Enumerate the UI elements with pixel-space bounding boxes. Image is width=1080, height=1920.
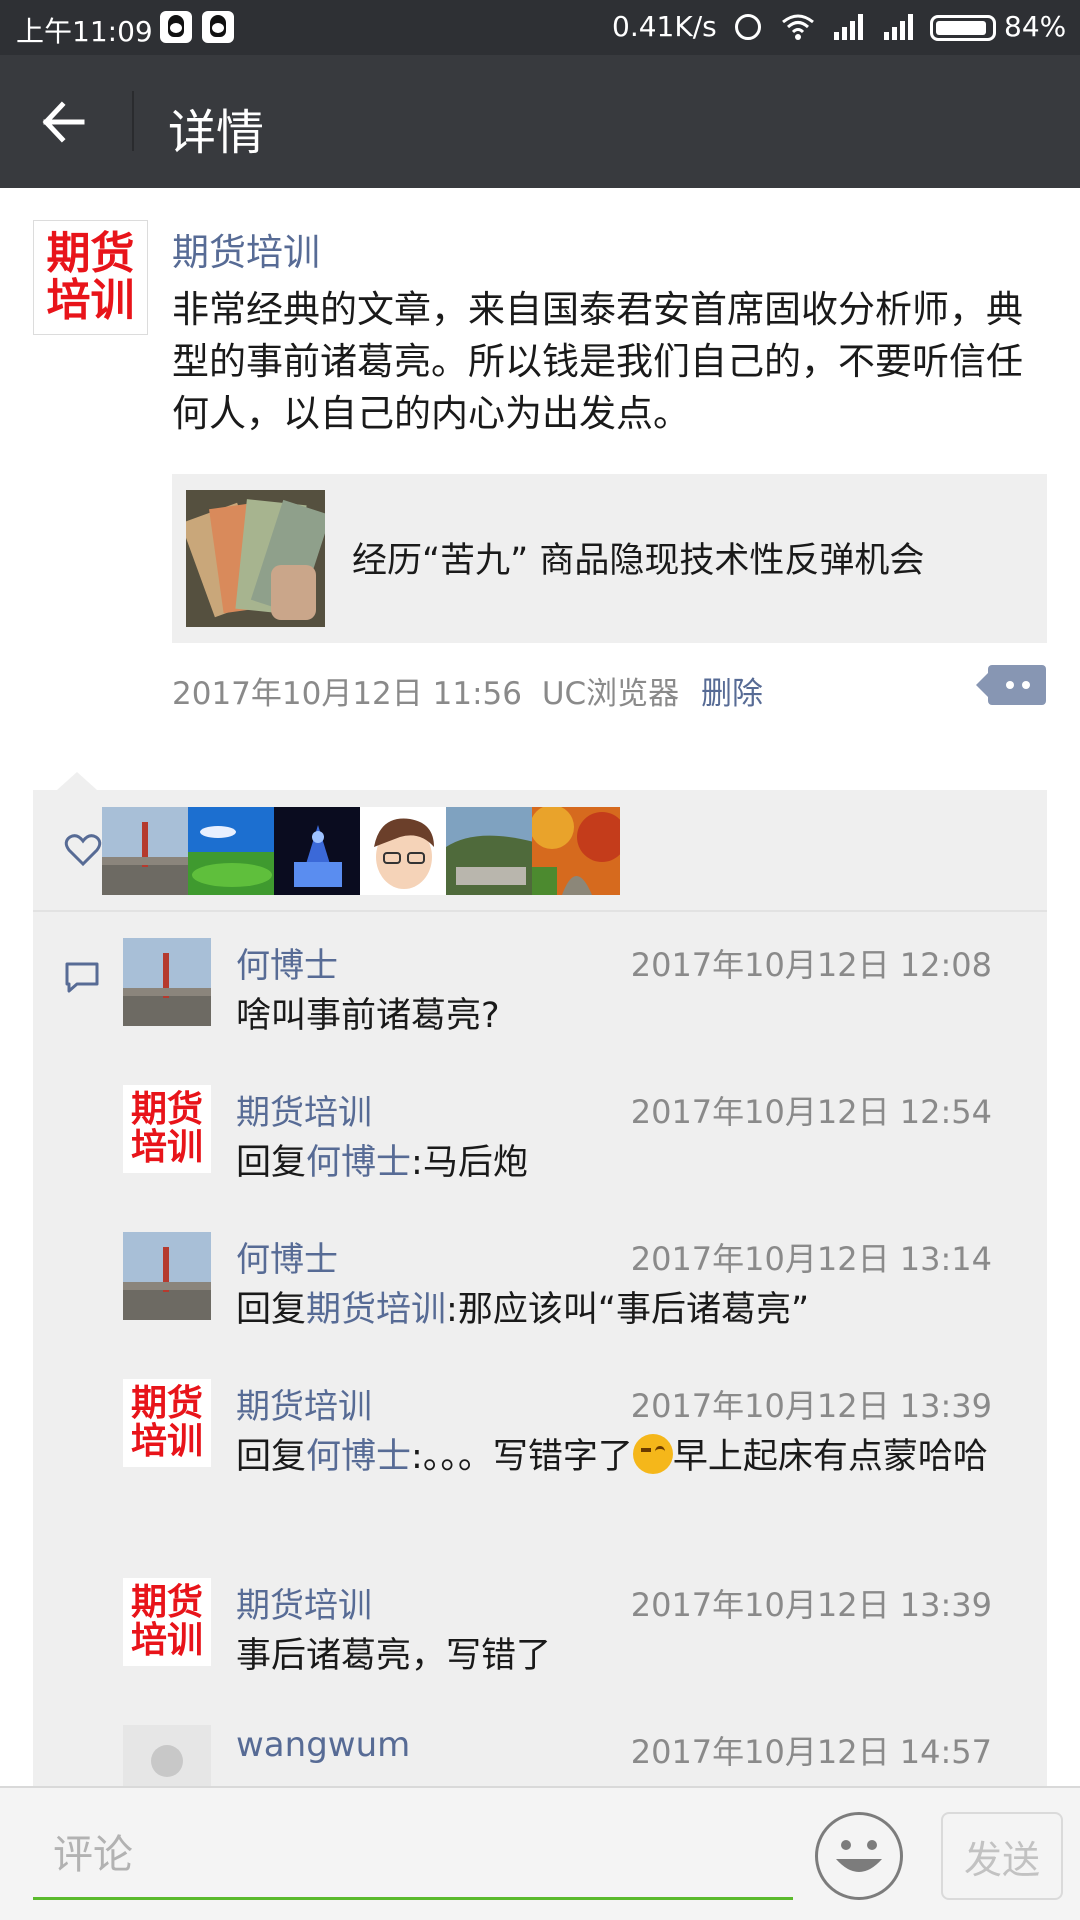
reply-prefix: 回复: [236, 1437, 307, 1477]
comment-author[interactable]: 何博士: [236, 1232, 338, 1281]
avatar-logo-text: 培训: [130, 1421, 203, 1462]
comment-text: 回复何博士:马后炮: [236, 1137, 1036, 1189]
panel-notch: [57, 772, 97, 790]
comment-avatar[interactable]: 期货 培训: [123, 1578, 211, 1666]
comment-avatar[interactable]: 期货 培训: [123, 1379, 211, 1467]
comment-time: 2017年10月12日 13:39: [630, 1586, 992, 1624]
reply-prefix: 回复: [236, 1143, 307, 1183]
reply-target[interactable]: 期货培训: [306, 1290, 446, 1330]
more-actions-button[interactable]: [976, 665, 1046, 705]
likes-row: [33, 790, 1047, 912]
avatar-logo-text: 期货: [130, 1383, 203, 1425]
post-text: 非常经典的文章，来自国泰君安首席固收分析师，典型的事前诸葛亮。所以钱是我们自己的…: [172, 288, 1023, 435]
comment-input[interactable]: [33, 1788, 793, 1900]
like-avatar[interactable]: [188, 807, 276, 895]
signal-icon: [884, 14, 913, 40]
wink-emoji-icon: [632, 1434, 673, 1474]
comment-bar: 发送: [0, 1786, 1080, 1920]
post-author-avatar[interactable]: 期货 培训: [33, 220, 148, 335]
reply-body-continued: 早上起床有点蒙哈哈: [672, 1437, 988, 1477]
comment-text: 啥叫事前诸葛亮?: [236, 996, 500, 1036]
like-avatar[interactable]: [360, 807, 448, 895]
comment-text: 事后诸葛亮，写错了: [236, 1636, 552, 1676]
comment-time: 2017年10月12日 14:57: [630, 1733, 992, 1771]
comment-author[interactable]: 期货培训: [236, 1379, 372, 1428]
qq-icon: [202, 11, 234, 43]
comment-text: 回复何博士:。。。写错字了 早上起床有点蒙哈哈: [236, 1431, 1036, 1483]
like-avatar[interactable]: [274, 807, 362, 895]
comment-time: 2017年10月12日 13:39: [630, 1387, 992, 1425]
avatar-logo-text: 期货: [46, 228, 135, 280]
comment-avatar[interactable]: 期货 培训: [123, 1085, 211, 1173]
comment-author[interactable]: wangwum: [236, 1725, 410, 1765]
status-time: 上午11:09: [16, 15, 153, 48]
heart-icon: [64, 834, 102, 867]
shared-link-card[interactable]: 经历“苦九” 商品隐现技术性反弹机会: [172, 474, 1047, 643]
delete-button[interactable]: 删除: [701, 676, 763, 712]
comment-author[interactable]: 期货培训: [236, 1085, 372, 1134]
comment-time: 2017年10月12日 12:08: [630, 946, 992, 984]
reply-body: :那应该叫“事后诸葛亮”: [446, 1290, 810, 1330]
comment-avatar[interactable]: [123, 938, 211, 1026]
reply-body: :。。。写错字了: [411, 1437, 633, 1477]
comment-icon: [65, 962, 99, 993]
interaction-panel: 何博士 2017年10月12日 12:08 啥叫事前诸葛亮? 期货 培训 期货培…: [33, 790, 1047, 1813]
post-time: 2017年10月12日 11:56: [172, 676, 522, 712]
reply-target[interactable]: 何博士: [306, 1437, 411, 1477]
comment-text: 回复期货培训:那应该叫“事后诸葛亮”: [236, 1284, 1036, 1336]
comment-author[interactable]: 何博士: [236, 938, 338, 987]
title-divider: [132, 91, 134, 151]
comment-author[interactable]: 期货培训: [236, 1578, 372, 1627]
link-title: 经历“苦九” 商品隐现技术性反弹机会: [352, 541, 925, 581]
like-avatar[interactable]: [446, 807, 534, 895]
network-speed: 0.41K/s: [612, 10, 717, 43]
avatar-logo-text: 期货: [130, 1582, 203, 1624]
post-meta: 2017年10月12日 11:56 UC浏览器 删除: [172, 668, 763, 713]
battery-percent: 84%: [1004, 10, 1067, 43]
reply-body: :马后炮: [411, 1143, 528, 1183]
avatar-logo-text: 培训: [46, 274, 135, 326]
battery-icon: [930, 15, 996, 41]
arrow-left-icon[interactable]: [38, 97, 94, 147]
emoji-button[interactable]: [815, 1812, 903, 1900]
wifi-icon: [782, 14, 814, 40]
like-avatar[interactable]: [102, 807, 190, 895]
status-bar: 上午11:09 0.41K/s 84%: [0, 0, 1080, 55]
avatar-logo-text: 培训: [130, 1620, 203, 1661]
reply-prefix: 回复: [236, 1290, 307, 1330]
post-source: UC浏览器: [541, 676, 680, 712]
title-bar: 详情: [0, 55, 1080, 188]
like-avatar[interactable]: [532, 807, 620, 895]
comment-time: 2017年10月12日 13:14: [630, 1240, 992, 1278]
alarm-icon: [735, 14, 761, 40]
link-thumbnail: [186, 490, 325, 627]
comment-avatar[interactable]: [123, 1232, 211, 1320]
page-title: 详情: [168, 105, 265, 161]
avatar-logo-text: 期货: [130, 1089, 203, 1131]
reply-target[interactable]: 何博士: [306, 1143, 411, 1183]
signal-icon: [834, 14, 863, 40]
avatar-logo-text: 培训: [130, 1127, 203, 1168]
post-author-name[interactable]: 期货培训: [172, 222, 320, 276]
send-button[interactable]: 发送: [941, 1812, 1063, 1900]
qq-icon: [160, 11, 192, 43]
smiley-icon: [836, 1840, 882, 1872]
comment-time: 2017年10月12日 12:54: [630, 1093, 992, 1131]
